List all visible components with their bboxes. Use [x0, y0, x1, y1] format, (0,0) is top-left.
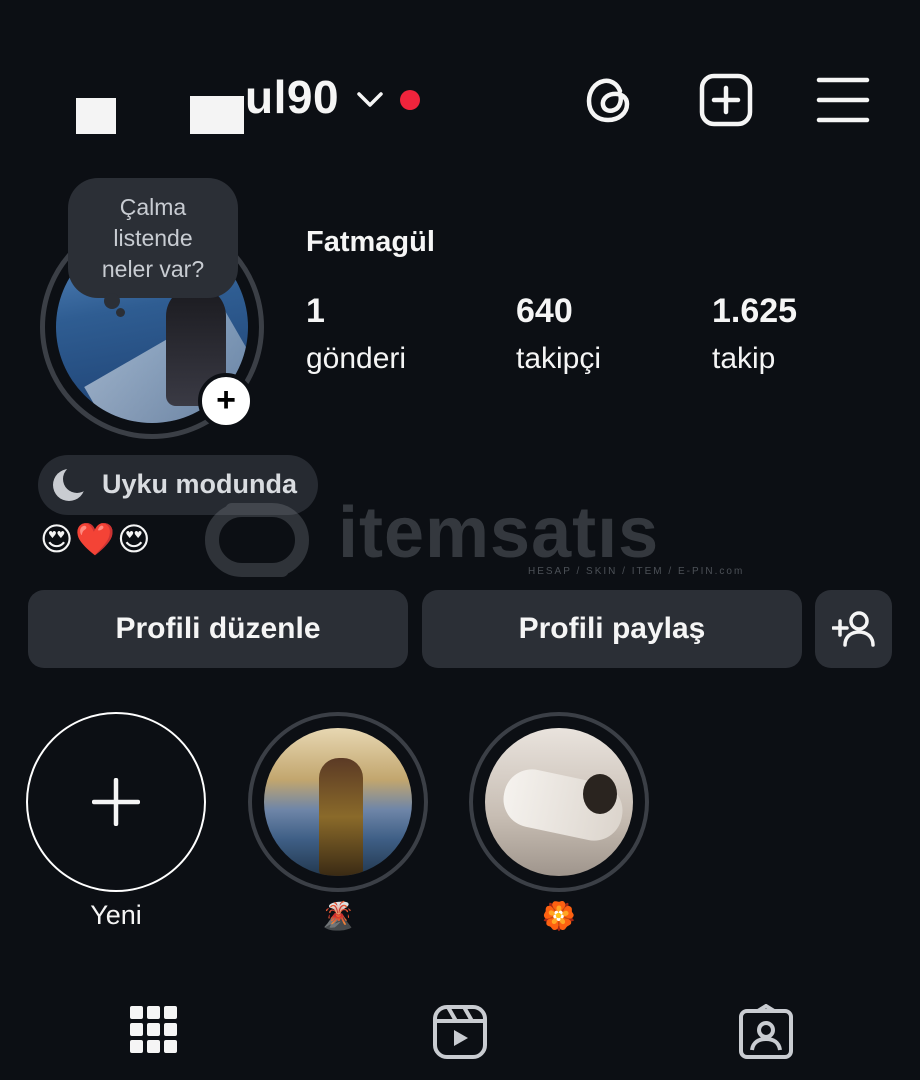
new-highlight-button[interactable]: [26, 712, 206, 892]
plus-icon: [92, 778, 140, 826]
followers-label[interactable]: takipçi: [516, 342, 601, 376]
add-story-icon[interactable]: +: [198, 373, 254, 429]
note-line-2: listende: [113, 225, 193, 251]
moon-icon: [53, 468, 86, 501]
note-bubble-tail-small: [116, 308, 125, 317]
add-person-icon: [831, 611, 875, 647]
menu-icon[interactable]: [815, 72, 871, 128]
note-bubble[interactable]: Çalma listende neler var?: [68, 178, 238, 298]
redacted-block-2: [190, 96, 244, 134]
following-count[interactable]: 1.625: [712, 292, 797, 331]
threads-icon[interactable]: [582, 72, 638, 128]
status-text: Uyku modunda: [102, 469, 298, 499]
highlight-label-2: 🏵️: [542, 901, 576, 931]
reels-icon[interactable]: [432, 1004, 488, 1060]
share-profile-button[interactable]: Profili paylaş: [422, 590, 802, 668]
display-name: Fatmagül: [306, 226, 435, 258]
watermark-text: itemsatıs: [338, 493, 660, 573]
highlight-2[interactable]: [485, 728, 633, 876]
create-post-icon[interactable]: [698, 72, 754, 128]
highlight-label-1: 🌋: [321, 901, 355, 931]
following-label[interactable]: takip: [712, 342, 775, 376]
username-label[interactable]: ul90: [245, 70, 339, 124]
bio-text: 😍❤️😍: [40, 521, 153, 557]
discover-people-button[interactable]: [815, 590, 892, 668]
note-line-3: neler var?: [101, 256, 205, 282]
posts-label[interactable]: gönderi: [306, 342, 406, 376]
posts-count[interactable]: 1: [306, 292, 325, 331]
highlight-1[interactable]: [264, 728, 412, 876]
tagged-icon[interactable]: [738, 1004, 794, 1060]
edit-profile-button[interactable]: Profili düzenle: [28, 590, 408, 668]
note-bubble-tail: [104, 293, 120, 309]
notification-dot: [400, 90, 420, 110]
note-line-1: Çalma: [119, 194, 187, 220]
grid-icon[interactable]: [126, 1004, 182, 1060]
followers-count[interactable]: 640: [516, 292, 573, 331]
chevron-down-icon[interactable]: [355, 88, 385, 112]
redacted-block-1: [76, 98, 116, 134]
highlight-label-new: Yeni: [90, 900, 142, 930]
watermark-logo: [205, 503, 309, 577]
watermark-subtext: HESAP / SKIN / ITEM / E-PIN.com: [528, 566, 745, 577]
